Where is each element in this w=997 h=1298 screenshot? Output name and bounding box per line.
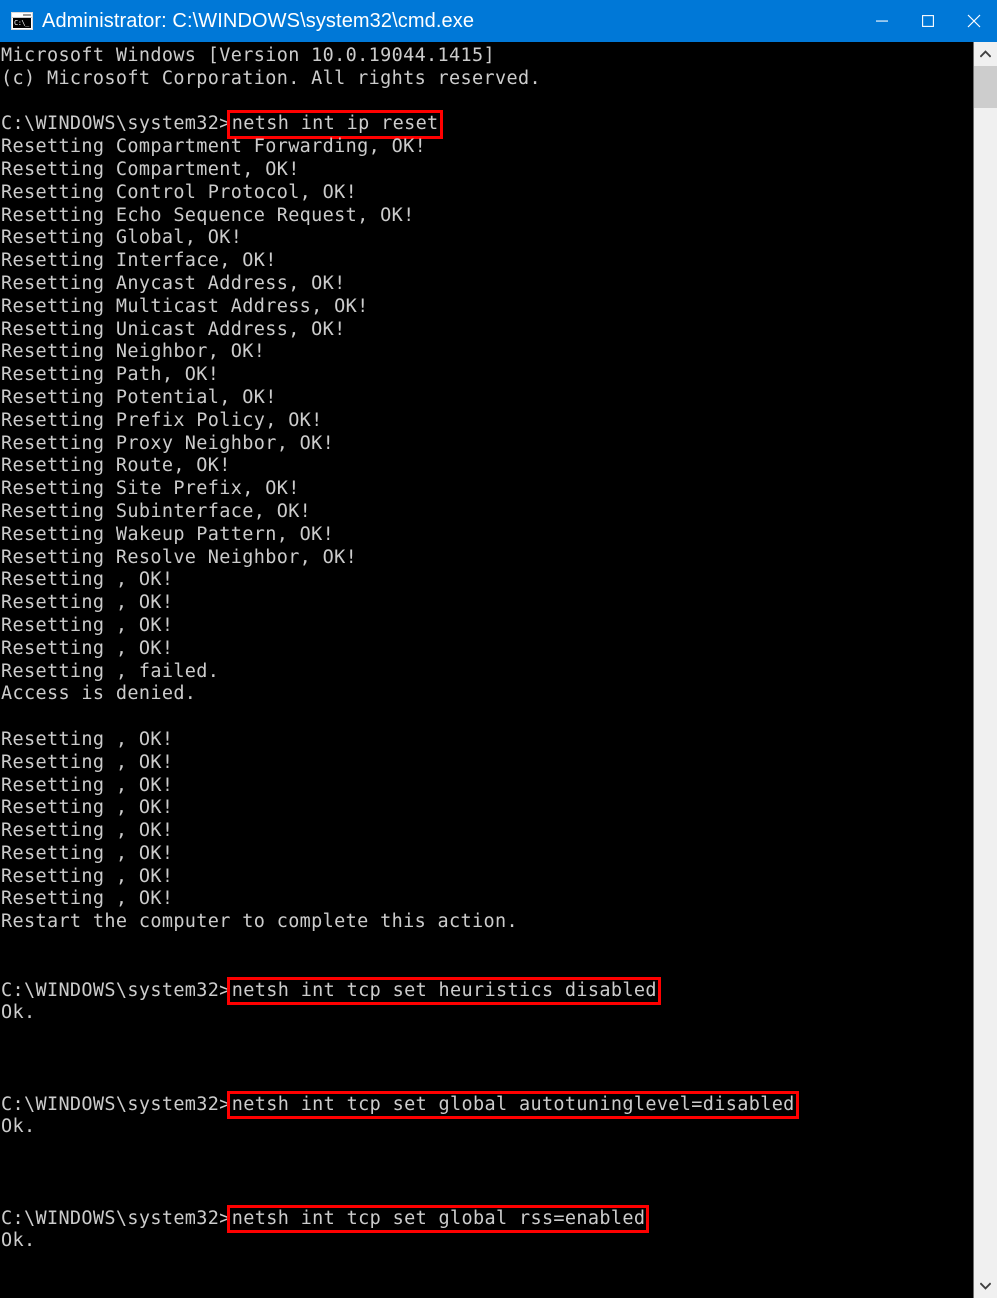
console-output-line: Resetting , OK! (1, 820, 174, 842)
console-output-line: Resetting Anycast Address, OK! (1, 272, 346, 294)
console-output-line: Resetting Control Protocol, OK! (1, 181, 358, 203)
console-output-line: Resetting Resolve Neighbor, OK! (1, 546, 358, 568)
console-output-line: Resetting , OK! (1, 888, 174, 910)
console-output-line: Resetting , OK! (1, 637, 174, 659)
console-output-line: Resetting Path, OK! (1, 364, 220, 386)
console-output-line: (c) Microsoft Corporation. All rights re… (1, 67, 541, 89)
scroll-down-arrow-icon[interactable] (974, 1274, 997, 1298)
window-title: Administrator: C:\WINDOWS\system32\cmd.e… (42, 9, 475, 32)
console-output[interactable]: Microsoft Windows [Version 10.0.19044.14… (0, 42, 973, 1298)
console-output-line: Microsoft Windows [Version 10.0.19044.14… (1, 45, 495, 66)
window-controls (859, 0, 997, 42)
console-output-line: Resetting , OK! (1, 751, 174, 773)
prompt-text: C:\WINDOWS\system32> (1, 979, 231, 1001)
prompt-text: C:\WINDOWS\system32> (1, 1093, 231, 1115)
console-command: netsh int ip reset (231, 113, 439, 135)
console-prompt-line: C:\WINDOWS\system32>netsh int tcp set gl… (0, 1208, 973, 1231)
console-output-line: Access is denied. (1, 683, 197, 705)
console-output-line: Resetting Proxy Neighbor, OK! (1, 432, 335, 454)
console-output-line: Resetting Potential, OK! (1, 386, 277, 408)
console-prompt-line: C:\WINDOWS\system32>netsh int ip reset (0, 113, 973, 136)
console-output-line: Ok. (1, 1002, 36, 1024)
console-output-line: Resetting , OK! (1, 774, 174, 796)
scroll-up-arrow-icon[interactable] (974, 42, 997, 66)
console-area: Microsoft Windows [Version 10.0.19044.14… (0, 42, 997, 1298)
console-output-line: Resetting Neighbor, OK! (1, 341, 266, 363)
console-output-line: Resetting , OK! (1, 842, 174, 864)
console-output-line: Resetting Site Prefix, OK! (1, 478, 300, 500)
console-output-line: Resetting , failed. (1, 660, 220, 682)
console-output-line: Resetting Prefix Policy, OK! (1, 409, 323, 431)
prompt-text: C:\WINDOWS\system32> (1, 113, 231, 135)
console-output-line: Restart the computer to complete this ac… (1, 911, 518, 933)
console-command: netsh int tcp set heuristics disabled (231, 979, 657, 1001)
minimize-button[interactable] (859, 0, 905, 42)
close-button[interactable] (951, 0, 997, 42)
console-output-line: Ok. (1, 1116, 36, 1138)
cmd-window: C:\_ Administrator: C:\WINDOWS\system32\… (0, 0, 997, 1298)
console-output-line: Ok. (1, 1230, 36, 1252)
window-titlebar[interactable]: C:\_ Administrator: C:\WINDOWS\system32\… (0, 0, 997, 42)
console-output-line: Resetting Global, OK! (1, 227, 243, 249)
prompt-text: C:\WINDOWS\system32> (1, 1207, 231, 1229)
console-output-line: Resetting Subinterface, OK! (1, 500, 312, 522)
cmd-console-icon: C:\_ (11, 12, 33, 30)
console-output-line: Resetting , OK! (1, 865, 174, 887)
console-prompt-line: C:\WINDOWS\system32>netsh int tcp set gl… (0, 1094, 973, 1117)
vertical-scrollbar[interactable] (973, 42, 997, 1298)
console-output-line: Resetting , OK! (1, 569, 174, 591)
scrollbar-track[interactable] (974, 66, 997, 1274)
console-output-line: Resetting , OK! (1, 614, 174, 636)
console-output-line: Resetting Compartment, OK! (1, 158, 300, 180)
console-prompt-line: C:\WINDOWS\system32>netsh int tcp set he… (0, 980, 973, 1003)
console-command: netsh int tcp set global autotuninglevel… (231, 1093, 795, 1115)
icon-screen-glyph: C:\_ (13, 18, 31, 28)
console-output-line: Resetting Route, OK! (1, 455, 231, 477)
console-output-line: Resetting Unicast Address, OK! (1, 318, 346, 340)
console-output-line: Resetting Multicast Address, OK! (1, 295, 369, 317)
console-command: netsh int tcp set global rss=enabled (231, 1207, 646, 1229)
scrollbar-thumb[interactable] (974, 66, 997, 108)
console-output-line: Resetting Wakeup Pattern, OK! (1, 523, 335, 545)
console-output-line: Resetting Interface, OK! (1, 250, 277, 272)
console-output-line: Resetting , OK! (1, 797, 174, 819)
console-output-line: Resetting Echo Sequence Request, OK! (1, 204, 415, 226)
console-output-line: Resetting , OK! (1, 728, 174, 750)
maximize-button[interactable] (905, 0, 951, 42)
console-output-line: Resetting Compartment Forwarding, OK! (1, 136, 427, 158)
console-output-line: Resetting , OK! (1, 592, 174, 614)
